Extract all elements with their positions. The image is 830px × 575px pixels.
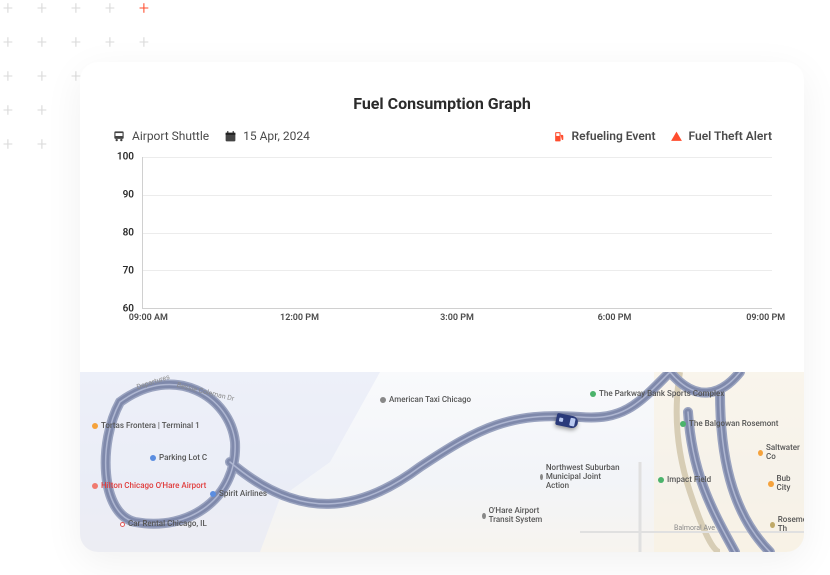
warning-triangle-icon	[670, 129, 684, 143]
calendar-icon	[223, 129, 237, 143]
poi-balgowan[interactable]: The Balgowan Rosemont	[680, 420, 778, 429]
x-tick: 6:00 PM	[598, 313, 632, 323]
poi-impact[interactable]: Impact Field	[658, 476, 711, 485]
poi-parking[interactable]: Parking Lot C	[150, 454, 207, 463]
poi-spirit[interactable]: Spirit Airlines	[210, 490, 267, 499]
street-label: Balmoral Ave	[674, 524, 715, 532]
chart-legend: Refueling Event Fuel Theft Alert	[553, 129, 772, 143]
y-tick: 100	[117, 152, 134, 163]
poi-bub[interactable]: Bub City	[768, 475, 804, 493]
poi-rosemont[interactable]: Rosemont Th	[770, 516, 804, 534]
poi-saltwater[interactable]: Saltwater Co	[758, 444, 804, 462]
date-label: 15 Apr, 2024	[243, 129, 310, 143]
dashboard-card: Fuel Consumption Graph Airport Shuttle 1…	[80, 62, 804, 552]
chart-y-axis: 100 90 80 70 60	[106, 157, 134, 309]
map-view[interactable]: Tortas Frontera | Terminal 1 Parking Lot…	[80, 372, 804, 552]
x-tick: 3:00 PM	[440, 313, 474, 323]
legend-refueling-label: Refueling Event	[572, 129, 656, 143]
chart-title: Fuel Consumption Graph	[96, 82, 788, 129]
legend-theft-label: Fuel Theft Alert	[689, 129, 772, 143]
vehicle-marker[interactable]	[555, 413, 579, 429]
x-tick: 09:00 PM	[746, 313, 785, 323]
legend-theft: Fuel Theft Alert	[670, 129, 772, 143]
chart-x-axis: 09:00 AM 12:00 PM 3:00 PM 6:00 PM 09:00 …	[142, 311, 772, 327]
x-tick: 09:00 AM	[129, 313, 168, 323]
poi-car-rental[interactable]: Car Rental Chicago, IL	[120, 520, 207, 529]
chart-meta-row: Airport Shuttle 15 Apr, 2024 Refueling E…	[96, 129, 788, 157]
poi-parkway[interactable]: The Parkway Bank Sports Complex	[590, 390, 724, 399]
legend-refueling: Refueling Event	[553, 129, 656, 143]
chart-area: 100 90 80 70 60 09:00 AM 12:00 PM 3:00 P…	[106, 157, 772, 327]
vehicle-meta: Airport Shuttle	[112, 129, 209, 143]
poi-taxi[interactable]: American Taxi Chicago	[380, 396, 471, 405]
chart-panel: Fuel Consumption Graph Airport Shuttle 1…	[96, 82, 788, 327]
vehicle-label: Airport Shuttle	[132, 129, 209, 143]
chart-plot[interactable]	[142, 157, 772, 309]
fuel-pump-icon	[553, 129, 567, 143]
poi-hilton[interactable]: Hilton Chicago O'Hare Airport	[92, 482, 206, 491]
x-tick: 12:00 PM	[280, 313, 319, 323]
y-tick: 80	[123, 228, 134, 239]
poi-suburban[interactable]: Northwest Suburban Municipal Joint Actio…	[540, 464, 620, 490]
date-meta: 15 Apr, 2024	[223, 129, 310, 143]
bus-icon	[112, 129, 126, 143]
poi-transit[interactable]: O'Hare Airport Transit System	[482, 507, 552, 525]
y-tick: 70	[123, 266, 134, 277]
poi-tortas[interactable]: Tortas Frontera | Terminal 1	[92, 422, 200, 431]
y-tick: 90	[123, 190, 134, 201]
